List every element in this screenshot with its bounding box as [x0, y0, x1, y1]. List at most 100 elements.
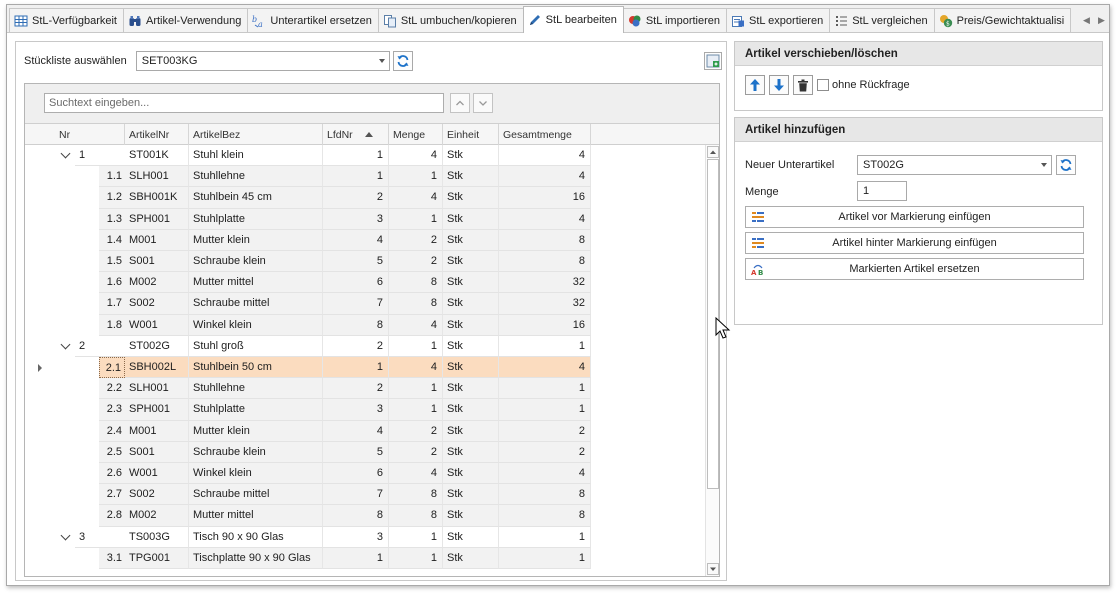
search-next-button[interactable] — [473, 93, 493, 113]
tab-artikel-verwendung[interactable]: Artikel-Verwendung — [123, 8, 249, 32]
tab-scroll-left-icon[interactable]: ◀ — [1083, 15, 1090, 26]
insert-row-after-icon — [752, 238, 764, 248]
cell-menge: 4 — [389, 314, 443, 336]
cell-artikelnr: TPG001 — [125, 547, 189, 569]
search-input[interactable]: Suchtext eingeben... — [44, 93, 444, 113]
header-indicator — [25, 124, 55, 145]
tab-stl-importieren[interactable]: StL importieren — [622, 8, 728, 32]
tab-stl-verfuegbarkeit[interactable]: StL-Verfügbarkeit — [9, 8, 124, 32]
table-row[interactable]: 2.5 S001 Schraube klein 5 2 Stk 2 — [25, 441, 705, 463]
table-row[interactable]: 2 ST002G Stuhl groß 2 1 Stk 1 — [25, 335, 705, 357]
cell-gesamtmenge: 1 — [499, 335, 591, 357]
header-lfdnr[interactable]: LfdNr — [323, 124, 389, 145]
cell-lfdnr: 7 — [323, 484, 389, 506]
cell-einheit: Stk — [443, 251, 499, 273]
header-artikelnr[interactable]: ArtikelNr — [125, 124, 189, 145]
header-einheit[interactable]: Einheit — [443, 124, 499, 145]
refresh-button[interactable] — [392, 51, 413, 71]
bom-select-combo[interactable]: SET003KG — [135, 51, 390, 71]
table-row[interactable]: 2.6 W001 Winkel klein 6 4 Stk 4 — [25, 463, 705, 485]
tab-stl-bearbeiten[interactable]: StL bearbeiten — [522, 6, 624, 33]
cell-gesamtmenge: 1 — [499, 399, 591, 421]
cell-artikelbez: Tischplatte 90 x 90 Glas — [189, 547, 323, 569]
table-row[interactable]: 1.8 W001 Winkel klein 8 4 Stk 16 — [25, 314, 705, 336]
cell-lfdnr: 2 — [323, 378, 389, 400]
insert-after-button[interactable]: Artikel hinter Markierung einfügen — [745, 232, 1084, 254]
header-einheit-label: Einheit — [447, 128, 480, 141]
cell-artikelbez: Stuhlplatte — [189, 208, 323, 230]
table-row[interactable]: 1.4 M001 Mutter klein 4 2 Stk 8 — [25, 229, 705, 251]
qty-value: 1 — [863, 185, 870, 197]
tab-scroll-buttons: ◀ ▶ — [1079, 8, 1109, 32]
table-row[interactable]: 3.1 TPG001 Tischplatte 90 x 90 Glas 1 1 Stk 1 — [25, 547, 705, 569]
header-nr[interactable]: Nr — [55, 124, 125, 145]
cell-menge: 8 — [389, 505, 443, 527]
tab-label: StL importieren — [645, 14, 721, 27]
table-row[interactable]: 1.5 S001 Schraube klein 5 2 Stk 8 — [25, 251, 705, 273]
expand-collapse-chevron-icon[interactable] — [55, 336, 75, 357]
table-row[interactable]: 1.7 S002 Schraube mittel 7 8 Stk 32 — [25, 293, 705, 315]
cell-menge: 2 — [389, 441, 443, 463]
move-up-button[interactable] — [745, 75, 765, 95]
expand-collapse-chevron-icon[interactable] — [55, 527, 75, 548]
qty-input[interactable]: 1 — [857, 181, 907, 201]
tab-unterartikel-ersetzen[interactable]: ba Unterartikel ersetzen — [247, 8, 379, 32]
tab-stl-umbuchen-kopieren[interactable]: StL umbuchen/kopieren — [377, 8, 524, 32]
table-row[interactable]: 2.8 M002 Mutter mittel 8 8 Stk 8 — [25, 505, 705, 527]
tab-scroll-right-icon[interactable]: ▶ — [1098, 15, 1105, 26]
delete-button[interactable] — [793, 75, 813, 95]
cell-menge: 1 — [389, 166, 443, 188]
table-row[interactable]: 1.6 M002 Mutter mittel 6 8 Stk 32 — [25, 272, 705, 294]
row-nr: 2.3 — [99, 399, 125, 421]
header-gesamtmenge[interactable]: Gesamtmenge — [499, 124, 591, 145]
header-menge[interactable]: Menge — [389, 124, 443, 145]
cell-lfdnr: 8 — [323, 314, 389, 336]
move-down-button[interactable] — [769, 75, 789, 95]
cell-menge: 8 — [389, 484, 443, 506]
table-row[interactable]: 1 ST001K Stuhl klein 1 4 Stk 4 — [25, 145, 705, 167]
cell-gesamtmenge: 4 — [499, 357, 591, 379]
cell-artikelbez: Winkel klein — [189, 314, 323, 336]
table-row[interactable]: 1.2 SBH001K Stuhlbein 45 cm 2 4 Stk 16 — [25, 187, 705, 209]
no-confirm-checkbox[interactable] — [817, 79, 829, 91]
table-row[interactable]: 2.1 SBH002L Stuhlbein 50 cm 1 4 Stk 4 — [25, 357, 705, 379]
row-nr: 1.4 — [99, 229, 125, 251]
cell-artikelnr: SBH002L — [125, 357, 189, 379]
expand-collapse-chevron-icon[interactable] — [55, 145, 75, 166]
chevron-down-icon[interactable] — [378, 59, 385, 63]
table-row[interactable]: 1.3 SPH001 Stuhlplatte 3 1 Stk 4 — [25, 208, 705, 230]
scroll-down-button[interactable] — [707, 563, 719, 575]
tab-stl-vergleichen[interactable]: StL vergleichen — [829, 8, 935, 32]
replace-article-button[interactable]: AB Markierten Artikel ersetzen — [745, 258, 1084, 280]
cell-artikelnr: S001 — [125, 441, 189, 463]
vertical-scrollbar[interactable] — [705, 145, 719, 576]
row-nr: 2 — [75, 336, 125, 357]
cell-menge: 8 — [389, 293, 443, 315]
chevron-down-icon[interactable] — [1041, 163, 1047, 167]
table-row[interactable]: 2.3 SPH001 Stuhlplatte 3 1 Stk 1 — [25, 399, 705, 421]
insert-before-button[interactable]: Artikel vor Markierung einfügen — [745, 206, 1084, 228]
cell-menge: 1 — [389, 208, 443, 230]
tab-stl-exportieren[interactable]: StL exportieren — [726, 8, 831, 32]
table-row[interactable]: 2.4 M001 Mutter klein 4 2 Stk 2 — [25, 420, 705, 442]
cell-einheit: Stk — [443, 357, 499, 379]
export-grid-icon — [706, 54, 720, 68]
svg-text:A: A — [751, 269, 757, 276]
cell-artikelbez: Stuhl klein — [189, 145, 323, 167]
header-artikelbez[interactable]: ArtikelBez — [189, 124, 323, 145]
table-row[interactable]: 2.7 S002 Schraube mittel 7 8 Stk 8 — [25, 484, 705, 506]
table-row[interactable]: 1.1 SLH001 Stuhllehne 1 1 Stk 4 — [25, 166, 705, 188]
table-row[interactable]: 3 TS003G Tisch 90 x 90 Glas 3 1 Stk 1 — [25, 526, 705, 548]
new-sub-combo[interactable]: ST002G — [857, 155, 1052, 175]
chevron-down-icon — [479, 101, 487, 106]
cell-menge: 4 — [389, 463, 443, 485]
scroll-up-button[interactable] — [707, 146, 719, 158]
save-layout-button[interactable] — [704, 52, 722, 70]
row-nr: 1.3 — [99, 208, 125, 230]
cell-einheit: Stk — [443, 166, 499, 188]
tab-preis-gewichtaktualisierung[interactable]: $ Preis/Gewichtaktualisi — [933, 8, 1072, 32]
refresh-sub-button[interactable] — [1056, 155, 1076, 175]
search-prev-button[interactable] — [450, 93, 470, 113]
cell-lfdnr: 6 — [323, 272, 389, 294]
table-row[interactable]: 2.2 SLH001 Stuhllehne 2 1 Stk 1 — [25, 378, 705, 400]
